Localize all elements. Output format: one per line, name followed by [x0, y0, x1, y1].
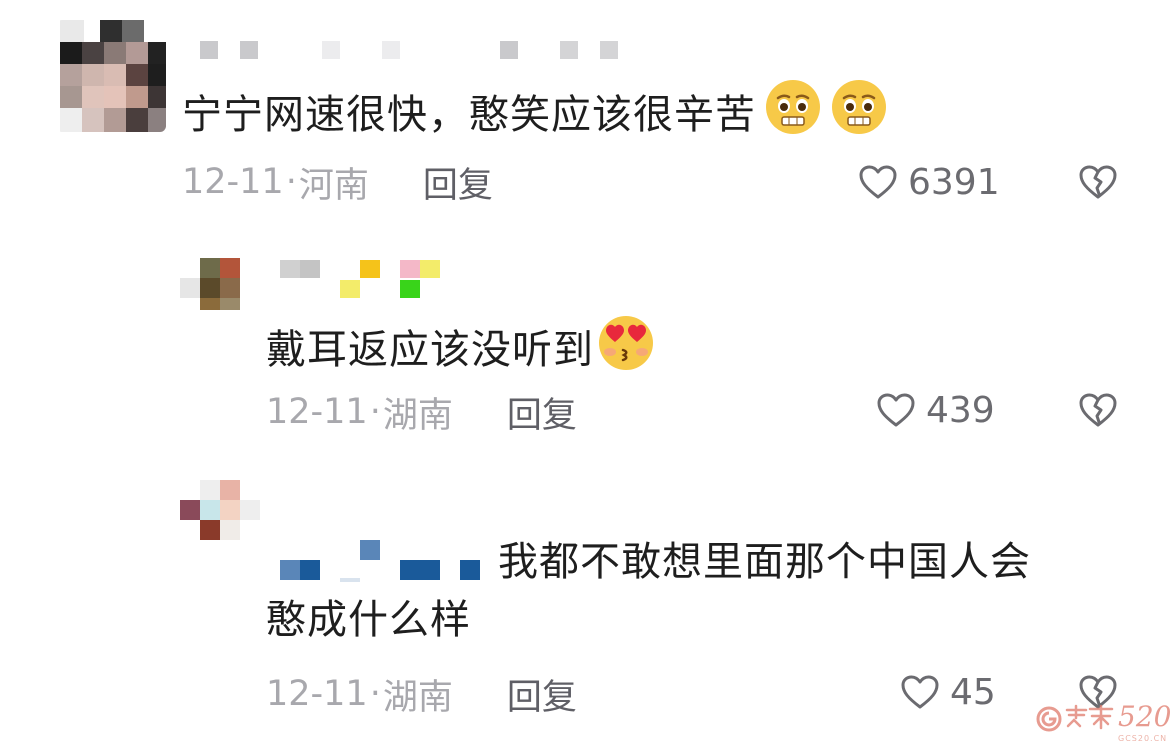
- comment-date: 12-11: [182, 162, 284, 202]
- username-censored[interactable]: [280, 260, 450, 300]
- meta-separator: ·: [369, 674, 381, 714]
- username-censored[interactable]: [280, 540, 490, 584]
- watermark-logo-icon: [1036, 706, 1062, 732]
- meta-separator: ·: [369, 392, 381, 432]
- comment-meta: 12-11 · 河南 回复: [182, 158, 493, 206]
- comment-location: 湖南: [382, 395, 453, 436]
- comment-2: 戴耳返应该没听到 12-11 · 湖南 回复 439: [0, 220, 1170, 460]
- comment-date: 12-11: [266, 392, 368, 432]
- comment-text-content: 宁宁网速很快，憨笑应该很辛苦: [182, 91, 756, 138]
- comment-meta: 12-11 · 湖南 回复: [266, 388, 577, 436]
- comment-text-content: 戴耳返应该没听到: [266, 326, 594, 373]
- comment-meta: 12-11 · 湖南 回复: [266, 670, 577, 718]
- comment-text-line-1: 我都不敢想里面那个中国人会: [498, 539, 1031, 585]
- broken-heart-icon[interactable]: [1078, 390, 1118, 430]
- heart-outline-icon: [900, 674, 940, 710]
- like-button[interactable]: 45: [900, 668, 996, 716]
- username-censored[interactable]: [200, 41, 640, 59]
- comment-location: 河南: [298, 165, 369, 206]
- avatar[interactable]: [180, 480, 260, 540]
- reply-button[interactable]: 回复: [423, 157, 493, 208]
- comment-text: 宁宁网速很快，憨笑应该很辛苦: [182, 78, 888, 151]
- pleading-grimace-emoji: [764, 78, 822, 151]
- like-button[interactable]: 6391: [858, 158, 1000, 206]
- reply-button[interactable]: 回复: [507, 387, 577, 438]
- pleading-grimace-emoji: [830, 78, 888, 151]
- watermark-number: 520: [1118, 700, 1170, 733]
- broken-heart-icon[interactable]: [1078, 162, 1118, 202]
- comment-text: 戴耳返应该没听到: [266, 312, 656, 387]
- avatar[interactable]: [180, 258, 242, 310]
- comment-3: 我都不敢想里面那个中国人会 憨成什么样 12-11 · 湖南 回复 45: [0, 460, 1170, 746]
- like-button[interactable]: 439: [876, 386, 995, 434]
- site-watermark: 520 GCS20.CN: [1036, 700, 1170, 744]
- like-count: 6391: [908, 161, 1000, 203]
- comment-location: 湖南: [382, 677, 453, 718]
- heart-eyes-kiss-emoji: [596, 312, 656, 387]
- comment-text-line-2: 憨成什么样: [266, 597, 471, 643]
- heart-outline-icon: [876, 392, 916, 428]
- like-count: 439: [926, 389, 995, 431]
- heart-outline-icon: [858, 164, 898, 200]
- like-count: 45: [950, 671, 996, 713]
- watermark-glyphs: [1064, 704, 1116, 730]
- comment-date: 12-11: [266, 674, 368, 714]
- comment-1: 宁宁网速很快，憨笑应该很辛苦 12-11 · 河南 回复 6391: [0, 0, 1170, 220]
- reply-button[interactable]: 回复: [507, 669, 577, 720]
- meta-separator: ·: [285, 162, 297, 202]
- avatar[interactable]: [56, 20, 166, 132]
- watermark-domain: GCS20.CN: [1118, 734, 1168, 743]
